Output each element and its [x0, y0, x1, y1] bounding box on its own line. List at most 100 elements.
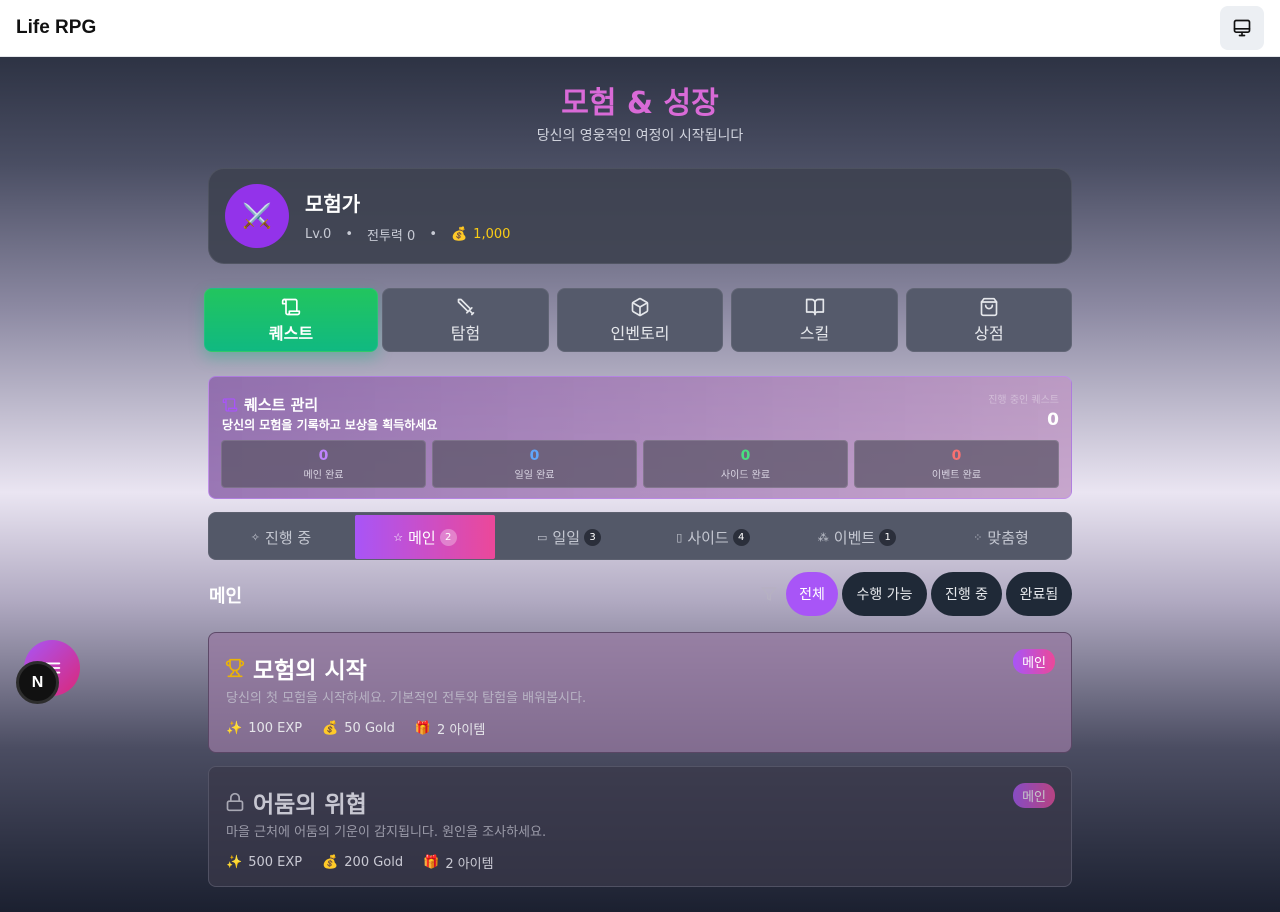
quest-title: 어둠의 위협: [253, 792, 367, 818]
sword-icon: [457, 298, 474, 316]
quest-card[interactable]: 어둠의 위협 마을 근처에 어둠의 기운이 감지됩니다. 원인을 조사하세요. …: [208, 766, 1072, 887]
sparkles-icon: ⁂: [817, 530, 829, 544]
stat-daily-complete: 0 일일 완료: [432, 440, 637, 488]
calendar-icon: ▭: [536, 530, 548, 544]
tab-label: 메인: [408, 528, 436, 547]
player-gold: 1,000: [473, 227, 511, 242]
tab-label: 진행 중: [265, 528, 312, 547]
avatar[interactable]: ⚔️: [225, 184, 289, 248]
tab-shop[interactable]: 상점: [906, 288, 1072, 352]
stat-label: 메인 완료: [303, 469, 344, 481]
filter-available-button[interactable]: 수행 가능: [842, 572, 927, 616]
panel-subtitle: 당신의 모험을 기록하고 보상을 획득하세요: [222, 418, 438, 432]
trophy-icon: [225, 658, 245, 678]
tab-main[interactable]: ☆ 메인 2: [355, 515, 495, 559]
count-badge: 2: [439, 528, 457, 546]
sparkles-icon: ✨: [226, 855, 243, 870]
tab-custom[interactable]: ⁘ 맞춤형: [931, 515, 1071, 559]
tab-in-progress[interactable]: ✧ 진행 중: [211, 515, 351, 559]
quest-management-panel: 퀘스트 관리 당신의 모험을 기록하고 보상을 획득하세요 진행 중인 퀘스트 …: [208, 376, 1072, 499]
tab-label: 스킬: [799, 324, 830, 343]
stat-value: 0: [318, 447, 329, 464]
device-toggle-button[interactable]: [1220, 6, 1264, 50]
separator: •: [345, 227, 354, 242]
tab-label: 인벤토리: [610, 324, 670, 343]
count-badge: 4: [732, 528, 750, 546]
in-progress-label: 진행 중인 퀘스트: [988, 395, 1059, 406]
tab-label: 이벤트: [833, 528, 876, 547]
shopping-bag-icon: [980, 297, 998, 317]
app-title: Life RPG: [16, 17, 97, 38]
tab-label: 탐험: [450, 324, 481, 343]
reward-exp: 500 EXP: [248, 855, 303, 870]
quest-description: 당신의 첫 모험을 시작하세요. 기본적인 전투와 탐험을 배워봅시다.: [226, 691, 587, 706]
tab-side[interactable]: ▯ 사이드 4: [643, 515, 783, 559]
stat-main-complete: 0 메인 완료: [221, 440, 426, 488]
scroll-icon: ▯: [676, 530, 683, 544]
reward-gold: 50 Gold: [344, 721, 395, 736]
stat-label: 사이드 완료: [720, 469, 771, 481]
stat-event-complete: 0 이벤트 완료: [854, 440, 1059, 488]
crossed-swords-icon: ⚔️: [242, 202, 272, 230]
tab-quest[interactable]: 퀘스트: [204, 288, 378, 352]
tab-inventory[interactable]: 인벤토리: [557, 288, 723, 352]
reward-gold: 200 Gold: [344, 855, 404, 870]
nextjs-dev-badge[interactable]: N: [16, 661, 59, 704]
box-icon: [631, 297, 649, 317]
section-title: 메인: [209, 586, 243, 607]
filter-completed-button[interactable]: 완료됨: [1006, 572, 1072, 616]
player-level: Lv.0: [305, 227, 332, 242]
stat-label: 이벤트 완료: [931, 469, 982, 481]
lock-icon: [225, 792, 245, 812]
filter-all-button[interactable]: 전체: [786, 572, 838, 616]
profile-card: ⚔️ 모험가 Lv.0 • 전투력 0 • 💰 1,000: [208, 168, 1072, 264]
scroll-icon: [222, 397, 238, 412]
player-name: 모험가: [305, 192, 361, 216]
money-bag-icon: 💰: [322, 855, 339, 870]
tab-explore[interactable]: 탐험: [382, 288, 549, 352]
gift-icon: 🎁: [414, 721, 432, 736]
panel-title: 퀘스트 관리: [244, 396, 319, 414]
reward-items: 2 아이템: [445, 857, 494, 872]
custom-icon: ⁘: [973, 530, 983, 544]
stat-label: 일일 완료: [514, 469, 555, 481]
tab-daily[interactable]: ▭ 일일 3: [499, 515, 639, 559]
gift-icon: 🎁: [423, 855, 440, 870]
money-bag-icon: 💰: [322, 721, 339, 736]
tab-label: 상점: [974, 324, 1004, 343]
quest-description: 마을 근처에 어둠의 기운이 감지됩니다. 원인을 조사하세요.: [226, 825, 547, 840]
tab-label: 퀘스트: [268, 324, 314, 343]
quest-type-badge: 메인: [1013, 783, 1055, 808]
count-badge: 1: [879, 528, 897, 546]
book-icon: [805, 298, 824, 316]
sparkle-icon: ✧: [250, 530, 261, 544]
tab-label: 맞춤형: [987, 528, 1029, 547]
monitor-icon: [1233, 19, 1251, 37]
star-icon: ☆: [393, 530, 404, 544]
tab-label: 사이드: [687, 528, 729, 547]
stat-value: 0: [740, 447, 751, 464]
count-badge: 3: [584, 528, 601, 546]
stat-side-complete: 0 사이드 완료: [643, 440, 848, 488]
page-title: 모험 & 성장: [561, 86, 719, 121]
tab-label: 일일: [552, 528, 580, 547]
stat-value: 0: [529, 447, 540, 464]
reward-exp: 100 EXP: [248, 721, 303, 736]
player-power: 전투력 0: [367, 229, 416, 244]
quest-category-tabs: ✧ 진행 중 ☆ 메인 2 ▭ 일일 3 ▯ 사이드 4 ⁂ 이벤트 1 ⁘ 맞…: [208, 512, 1072, 560]
sparkles-icon: ✨: [226, 721, 243, 736]
tab-event[interactable]: ⁂ 이벤트 1: [787, 515, 927, 559]
scroll-icon: [281, 298, 301, 316]
in-progress-count: 0: [1047, 410, 1059, 430]
quest-card[interactable]: 모험의 시작 당신의 첫 모험을 시작하세요. 기본적인 전투와 탐험을 배워봅…: [208, 632, 1072, 753]
separator: •: [429, 227, 437, 242]
top-bar: Life RPG: [0, 0, 1280, 57]
filter-icon[interactable]: [761, 586, 777, 606]
tab-skill[interactable]: 스킬: [731, 288, 898, 352]
money-bag-icon: 💰: [450, 227, 468, 242]
stat-value: 0: [951, 447, 962, 464]
quest-title: 모험의 시작: [253, 658, 367, 684]
page-subtitle: 당신의 영웅적인 여정이 시작됩니다: [536, 128, 744, 144]
quest-type-badge: 메인: [1013, 649, 1055, 674]
filter-in-progress-button[interactable]: 진행 중: [931, 572, 1002, 616]
